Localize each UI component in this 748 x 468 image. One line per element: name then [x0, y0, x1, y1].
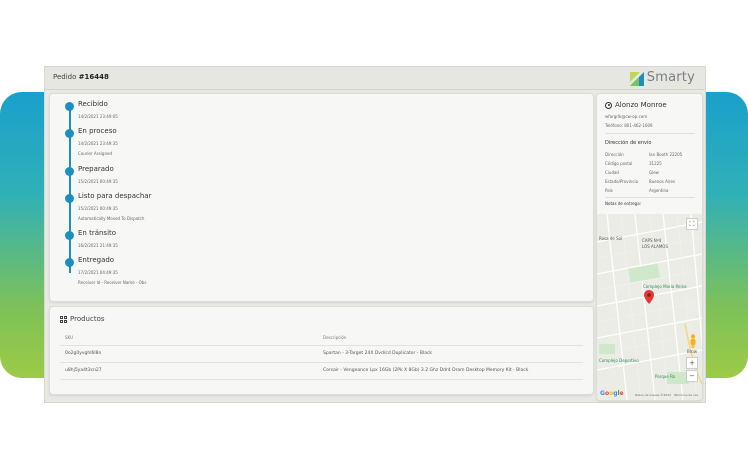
zoom-out-button[interactable]: −	[686, 370, 698, 382]
timeline-title: Recibido	[78, 100, 108, 108]
timeline-date: 14/2/2021 23:49:35	[78, 141, 118, 146]
shipping-field-value: Ian Booth 22205	[649, 152, 683, 157]
customer-name: Alonzo Monroe	[615, 101, 667, 109]
fullscreen-icon[interactable]: ⛶	[686, 218, 698, 230]
shipping-field-value: 31225	[649, 161, 662, 166]
table-divider	[60, 379, 583, 380]
customer-phone: Teléfono: 801-462-1609	[605, 123, 653, 128]
shipping-field-label: País	[605, 188, 613, 193]
shipping-field-label: Código postal	[605, 161, 633, 166]
timeline-title: En proceso	[78, 127, 117, 135]
delivery-map[interactable]: Rosa de Sol CAPS Nº4 LOS ALAMOS Complejo…	[597, 214, 702, 400]
timeline-dot	[65, 258, 74, 267]
timeline-date: 16/2/2021 21:49:35	[78, 243, 118, 248]
timeline-date: 15/2/2021 00:49:35	[78, 179, 118, 184]
pegman-icon[interactable]	[689, 334, 697, 348]
brand-name: Smarty	[646, 70, 695, 85]
divider	[605, 197, 695, 198]
timeline-title: Preparado	[78, 165, 114, 173]
products-card: Productos SKU Descripción 0o2g0yvghl6l8n…	[49, 306, 594, 395]
divider	[605, 133, 695, 134]
table-cell-description: Corsair - Vengeance Lpx 16Gb (2Pk X 8Gb)…	[323, 368, 529, 373]
zoom-in-button[interactable]: +	[686, 357, 698, 369]
shipping-title: Dirección de envío	[605, 140, 652, 146]
map-terms-link[interactable]: Términos de uso	[674, 393, 698, 397]
timeline-note: Automatically Moved To Dispatch	[78, 216, 145, 221]
app-window: Pedido #16448 Smarty Recibido 14/2/2021 …	[44, 66, 706, 403]
map-pin-icon[interactable]	[644, 290, 654, 304]
timeline-dot	[65, 167, 74, 176]
shipping-field-value: Glew	[649, 170, 659, 175]
order-label: Pedido	[53, 73, 77, 81]
top-bar: Pedido #16448 Smarty	[45, 67, 705, 90]
timeline-dot	[65, 129, 74, 138]
shipping-field-value: Argentina	[649, 188, 669, 193]
table-divider	[60, 362, 583, 363]
grid-icon	[60, 315, 67, 323]
column-header-sku: SKU	[65, 335, 73, 340]
table-cell-sku: u8hj5ya4t3cn27	[65, 368, 102, 373]
shipping-field-label: Estado/Provincia	[605, 179, 639, 184]
page-title: Pedido #16448	[53, 73, 109, 81]
map-label-alamos: LOS ALAMOS	[642, 244, 668, 249]
products-heading: Productos	[60, 315, 105, 323]
timeline-dot	[65, 231, 74, 240]
order-number: #16448	[78, 73, 109, 81]
table-cell-description: Spartan - 3-Target 24X Dvd/cd Duplicator…	[323, 351, 433, 356]
brand-logo[interactable]: Smarty	[629, 70, 695, 86]
google-logo: Google	[600, 390, 624, 397]
map-label-brow: Brow	[687, 349, 698, 354]
timeline-note: Receiver Id - Receiver Name - Obs	[78, 280, 147, 285]
column-header-description: Descripción	[323, 335, 347, 340]
timeline-date: 14/2/2021 23:49:05	[78, 114, 118, 119]
timeline-date: 17/2/2021 04:49:35	[78, 270, 118, 275]
map-label-rosa: Rosa de Sol	[599, 236, 623, 241]
timeline-title: En tránsito	[78, 229, 117, 237]
user-icon	[605, 101, 612, 109]
customer-panel: Alonzo Monroe wfargrlk@cw-op.com Teléfon…	[596, 93, 703, 401]
map-label-caps: CAPS Nº4	[642, 238, 662, 243]
map-data-credit: Datos de mapas ©2022	[635, 393, 672, 397]
timeline-dot	[65, 194, 74, 203]
timeline-title: Entregado	[78, 256, 115, 264]
table-divider	[60, 345, 583, 346]
map-label-complejo: Complejo María Reina	[643, 284, 687, 289]
shipping-field-label: Ciudad	[605, 170, 619, 175]
map-label-deportivo: Complejo Deportivo	[599, 358, 639, 363]
products-title: Productos	[70, 315, 105, 323]
timeline-date: 15/2/2021 00:49:35	[78, 206, 118, 211]
map-label-parque: Parque Ro	[655, 374, 676, 379]
customer-email[interactable]: wfargrlk@cw-op.com	[605, 114, 647, 119]
status-timeline-card: Recibido 14/2/2021 23:49:05 En proceso 1…	[49, 93, 594, 302]
smarty-logo-icon	[629, 71, 644, 86]
delivery-notes-label: Notas de entrega:	[605, 201, 642, 206]
customer-heading: Alonzo Monroe	[605, 101, 667, 109]
timeline-note: Courier Assigned	[78, 151, 112, 156]
shipping-field-label: Dirección	[605, 152, 624, 157]
timeline-dot	[65, 102, 74, 111]
table-cell-sku: 0o2g0yvghl6l8n	[65, 351, 102, 356]
timeline-title: Listo para despachar	[78, 192, 152, 200]
shipping-field-value: Buenos Aires	[649, 179, 676, 184]
